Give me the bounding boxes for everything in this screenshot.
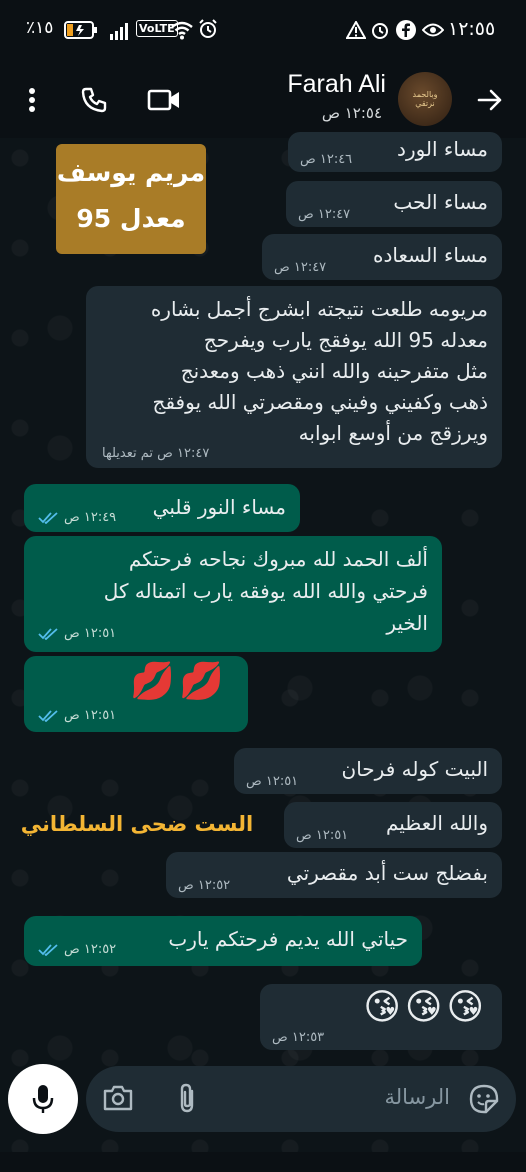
message-bubble-incoming[interactable]: مساء السعاده ١٢:٤٧ ص <box>262 234 502 280</box>
message-text: البيت كوله فرحان <box>341 757 488 781</box>
message-time: ١٢:٥٢ ص <box>178 878 231 893</box>
message-bubble-incoming[interactable]: مريومه طلعت نتيجته ابشرج أجمل بشاره معدل… <box>86 286 502 468</box>
message-input-placeholder[interactable]: الرسالة <box>385 1085 450 1109</box>
read-ticks-icon <box>38 709 58 722</box>
name-card-overlay: مريم يوسف معدل 95 <box>56 144 206 254</box>
message-time: ١٢:٤٧ ص <box>274 260 327 275</box>
message-time: ١٢:٥١ ص <box>64 708 117 723</box>
message-bubble-incoming[interactable]: مساء الحب ١٢:٤٧ ص <box>286 181 502 227</box>
message-text-line: معدله 95 الله يوفقج يارب ويفرحج <box>203 328 488 352</box>
message-time: ١٢:٥٣ ص <box>272 1030 325 1045</box>
message-text-line: مريومه طلعت نتيجته ابشرج أجمل بشاره <box>150 297 488 321</box>
message-bubble-incoming[interactable]: والله العظيم ١٢:٥١ ص <box>284 802 502 848</box>
message-text-line: الخير <box>386 611 428 635</box>
mic-button[interactable] <box>8 1064 78 1134</box>
chat-header: Farah Ali ١٢:٥٤ ص وبالحمد نرتقي <box>0 62 526 138</box>
message-meta: ١٢:٥٢ ص <box>38 942 116 957</box>
message-text-line: ويرزقج من أوسع ابوابه <box>298 421 488 445</box>
eye-icon <box>422 22 444 38</box>
attach-icon[interactable] <box>176 1082 198 1118</box>
message-text: والله العظيم <box>385 811 488 835</box>
sticker-icon[interactable] <box>468 1083 500 1119</box>
message-bubble-outgoing[interactable]: مساء النور قلبي ١٢:٤٩ ص <box>24 484 300 532</box>
message-meta: ١٢:٤٩ ص <box>38 510 116 525</box>
wifi-icon <box>170 20 194 40</box>
message-text: مساء الورد <box>397 137 488 161</box>
phone-icon[interactable] <box>76 82 112 118</box>
message-bubble-outgoing[interactable]: 💋💋 ١٢:٥١ ص <box>24 656 248 732</box>
video-call-icon[interactable] <box>146 82 182 118</box>
name-card-line2: معدل 95 <box>76 204 186 233</box>
alarm-icon <box>198 19 218 39</box>
signature-overlay: الست ضحى السلطاني <box>20 812 254 836</box>
battery-icon <box>64 21 98 39</box>
message-text: مساء السعاده <box>372 243 488 267</box>
message-text: مساء الحب <box>393 190 488 214</box>
status-bar: ٪١٥ VoLTE ١٢:٥٥ <box>0 0 526 62</box>
system-nav-bar <box>0 1152 526 1172</box>
message-time: ١٢:٤٩ ص <box>64 510 117 525</box>
message-text-line: ذهب وكفيني وفيني ومقصرتي الله يوفقج <box>152 390 488 414</box>
message-text-line: مثل متفرحينه والله انني ذهب ومعدنج <box>180 359 488 383</box>
name-card-line1: مريم يوسف <box>56 158 206 187</box>
message-time: ١٢:٤٧ ص <box>157 446 210 461</box>
edited-label: تم تعديلها <box>102 446 153 461</box>
message-time: ١٢:٥١ ص <box>64 626 117 641</box>
facebook-icon <box>396 20 416 40</box>
message-bubble-incoming[interactable]: البيت كوله فرحان ١٢:٥١ ص <box>234 748 502 794</box>
more-options-icon[interactable] <box>14 82 50 118</box>
warning-icon <box>346 21 366 39</box>
message-bubble-incoming[interactable]: 😘😘😘 ١٢:٥٣ ص <box>260 984 502 1050</box>
microphone-icon <box>32 1085 54 1113</box>
message-bubble-incoming[interactable]: مساء الورد ١٢:٤٦ ص <box>288 132 502 172</box>
message-time: ١٢:٤٦ ص <box>300 152 353 167</box>
emoji-kiss-marks: 💋💋 <box>130 661 228 702</box>
message-time: ١٢:٥١ ص <box>296 828 349 843</box>
camera-icon[interactable] <box>102 1084 134 1116</box>
message-time: ١٢:٤٧ ص <box>298 207 351 222</box>
signal-icon <box>110 22 132 40</box>
message-text: بفضلج ست أبد مقصرتي <box>286 861 488 885</box>
message-text-line: ألف الحمد لله مبروك نجاحه فرحتكم <box>128 547 428 571</box>
clock-time: ١٢:٥٥ <box>448 18 496 40</box>
message-text: مساء النور قلبي <box>152 495 286 519</box>
read-ticks-icon <box>38 511 58 524</box>
message-text-line: فرحتي والله الله يوفقه يارب اتمناله كل <box>103 579 428 603</box>
message-time: ١٢:٥٢ ص <box>64 942 117 957</box>
read-ticks-icon <box>38 627 58 640</box>
back-arrow-icon[interactable] <box>472 82 508 118</box>
message-bubble-incoming[interactable]: بفضلج ست أبد مقصرتي ١٢:٥٢ ص <box>166 852 502 898</box>
message-bubble-outgoing[interactable]: ألف الحمد لله مبروك نجاحه فرحتكم فرحتي و… <box>24 536 442 652</box>
contact-name[interactable]: Farah Ali <box>287 70 386 99</box>
message-meta: ١٢:٤٧ ص تم تعديلها <box>96 446 209 461</box>
read-ticks-icon <box>38 943 58 956</box>
alarm-icon-2 <box>370 20 390 40</box>
battery-percent: ٪١٥ <box>26 18 54 38</box>
message-text: حياتي الله يديم فرحتكم يارب <box>168 927 408 951</box>
avatar[interactable]: وبالحمد نرتقي <box>398 72 452 126</box>
message-time: ١٢:٥١ ص <box>246 774 299 789</box>
message-meta: ١٢:٥١ ص <box>38 708 116 723</box>
emoji-blowing-kiss: 😘😘😘 <box>363 987 488 1028</box>
message-bubble-outgoing[interactable]: حياتي الله يديم فرحتكم يارب ١٢:٥٢ ص <box>24 916 422 966</box>
message-meta: ١٢:٥١ ص <box>38 626 116 641</box>
last-seen: ١٢:٥٤ ص <box>321 104 382 122</box>
message-input-bar[interactable]: الرسالة <box>86 1066 516 1132</box>
